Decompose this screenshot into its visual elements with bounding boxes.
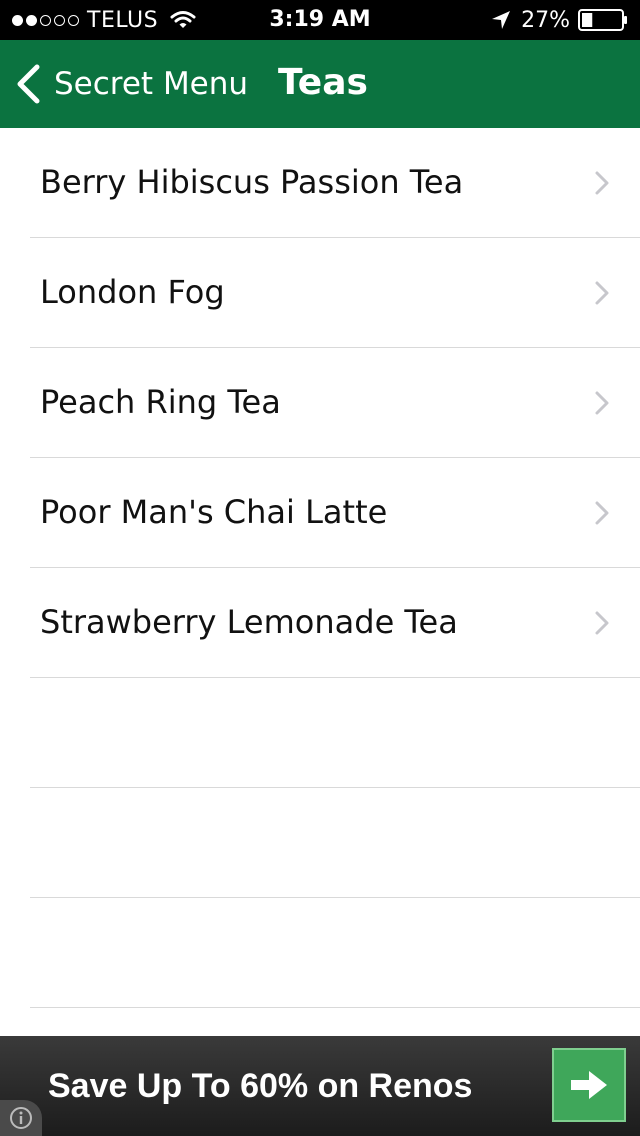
- ad-banner[interactable]: Save Up To 60% on Renos: [0, 1036, 640, 1136]
- ad-arrow-button[interactable]: [552, 1048, 626, 1122]
- back-button-label: Secret Menu: [54, 66, 249, 102]
- chevron-right-icon: [595, 391, 609, 415]
- battery-percent: 27%: [521, 7, 570, 33]
- list-item[interactable]: London Fog: [30, 238, 640, 348]
- chevron-right-icon: [595, 281, 609, 305]
- ad-text[interactable]: Save Up To 60% on Renos: [48, 1036, 472, 1136]
- navigation-bar: Secret Menu Teas: [0, 40, 640, 128]
- list-item-label: Strawberry Lemonade Tea: [40, 603, 458, 641]
- arrow-right-icon: [571, 1071, 607, 1099]
- list-item[interactable]: Berry Hibiscus Passion Tea: [30, 128, 640, 238]
- empty-row: [30, 788, 640, 898]
- empty-row: [30, 898, 640, 1008]
- list-item-label: Peach Ring Tea: [40, 383, 281, 421]
- status-bar: TELUS 3:19 AM 27%: [0, 0, 640, 40]
- tea-list: Berry Hibiscus Passion Tea London Fog Pe…: [0, 128, 640, 1008]
- page-title: Teas: [278, 62, 368, 103]
- back-button[interactable]: Secret Menu: [16, 40, 248, 128]
- list-item-label: Poor Man's Chai Latte: [40, 493, 388, 531]
- list-item[interactable]: Peach Ring Tea: [30, 348, 640, 458]
- status-right: 27%: [491, 0, 628, 40]
- location-arrow-icon: [491, 10, 511, 30]
- list-item-label: London Fog: [40, 273, 225, 311]
- list-item-label: Berry Hibiscus Passion Tea: [40, 163, 464, 201]
- chevron-right-icon: [595, 171, 609, 195]
- list-item[interactable]: Poor Man's Chai Latte: [30, 458, 640, 568]
- list-item[interactable]: Strawberry Lemonade Tea: [30, 568, 640, 678]
- ad-info-button[interactable]: [0, 1100, 42, 1136]
- info-icon: [10, 1107, 32, 1129]
- chevron-left-icon: [16, 64, 40, 104]
- empty-row: [30, 678, 640, 788]
- chevron-right-icon: [595, 611, 609, 635]
- chevron-right-icon: [595, 501, 609, 525]
- battery-icon: [578, 9, 628, 31]
